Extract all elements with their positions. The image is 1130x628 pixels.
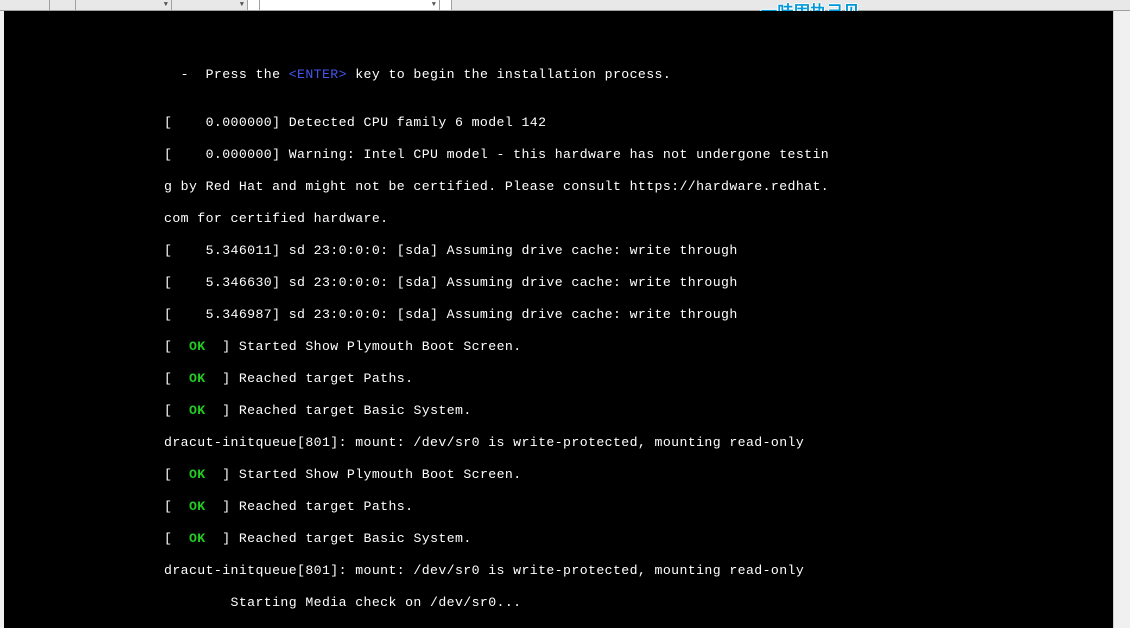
boot-status-ok-line: [ OK ] Reached target Paths. — [164, 499, 1113, 515]
ok-status: OK — [189, 403, 206, 418]
ok-message: ] Reached target Paths. — [206, 371, 414, 386]
boot-log-line: dracut-initqueue[801]: mount: /dev/sr0 i… — [164, 563, 1113, 579]
boot-log-line: g by Red Hat and might not be certified.… — [164, 179, 1113, 195]
ok-bracket-pre: [ — [164, 339, 189, 354]
boot-press-enter-line: - Press the <ENTER> key to begin the ins… — [164, 67, 1113, 83]
ok-bracket-pre: [ — [164, 371, 189, 386]
ok-bracket-pre: [ — [164, 499, 189, 514]
boot-log-line: [ 5.346011] sd 23:0:0:0: [sda] Assuming … — [164, 243, 1113, 259]
boot-status-ok-line: [ OK ] Reached target Paths. — [164, 371, 1113, 387]
chevron-down-icon: ▼ — [164, 2, 168, 9]
ok-bracket-pre: [ — [164, 403, 189, 418]
boot-log-line: dracut-initqueue[801]: mount: /dev/sr0 i… — [164, 435, 1113, 451]
boot-log-line: com for certified hardware. — [164, 211, 1113, 227]
toolbar-dropdown[interactable]: ▼ — [76, 0, 172, 10]
enter-key-label: <ENTER> — [289, 67, 347, 82]
ok-status: OK — [189, 499, 206, 514]
ok-bracket-pre: [ — [164, 531, 189, 546]
chevron-down-icon: ▼ — [432, 2, 436, 9]
ok-message: ] Started Show Plymouth Boot Screen. — [206, 467, 522, 482]
terminal-screen: - Press the <ENTER> key to begin the ins… — [4, 11, 1113, 628]
press-text-suffix: key to begin the installation process. — [347, 67, 671, 82]
ok-bracket-pre: [ — [164, 467, 189, 482]
toolbar-segment — [248, 0, 260, 10]
ok-message: ] Reached target Basic System. — [206, 403, 472, 418]
boot-log-line: [ 0.000000] Detected CPU family 6 model … — [164, 115, 1113, 131]
boot-log-line: [ 0.000000] Warning: Intel CPU model - t… — [164, 147, 1113, 163]
toolbar-segment — [50, 0, 76, 10]
window-top-toolbar: ▼ ▼ ▼ 一味固执己见 — [0, 0, 1130, 11]
ok-status: OK — [189, 531, 206, 546]
ok-message: ] Reached target Paths. — [206, 499, 414, 514]
ok-status: OK — [189, 371, 206, 386]
toolbar-segment — [0, 0, 50, 10]
boot-log-line: [ 5.346987] sd 23:0:0:0: [sda] Assuming … — [164, 307, 1113, 323]
ok-message: ] Reached target Basic System. — [206, 531, 472, 546]
ok-status: OK — [189, 467, 206, 482]
toolbar-segment — [440, 0, 452, 10]
toolbar-dropdown[interactable]: ▼ — [172, 0, 248, 10]
chevron-down-icon: ▼ — [240, 2, 244, 9]
vertical-scrollbar[interactable] — [1113, 11, 1130, 628]
boot-log-line: [ 5.346630] sd 23:0:0:0: [sda] Assuming … — [164, 275, 1113, 291]
toolbar-dropdown[interactable]: ▼ — [260, 0, 440, 10]
boot-status-ok-line: [ OK ] Reached target Basic System. — [164, 403, 1113, 419]
boot-log-line: Starting Media check on /dev/sr0... — [164, 595, 1113, 611]
boot-status-ok-line: [ OK ] Reached target Basic System. — [164, 531, 1113, 547]
press-text: - Press the — [164, 67, 289, 82]
boot-status-ok-line: [ OK ] Started Show Plymouth Boot Screen… — [164, 467, 1113, 483]
boot-status-ok-line: [ OK ] Started Show Plymouth Boot Screen… — [164, 339, 1113, 355]
ok-message: ] Started Show Plymouth Boot Screen. — [206, 339, 522, 354]
ok-status: OK — [189, 339, 206, 354]
